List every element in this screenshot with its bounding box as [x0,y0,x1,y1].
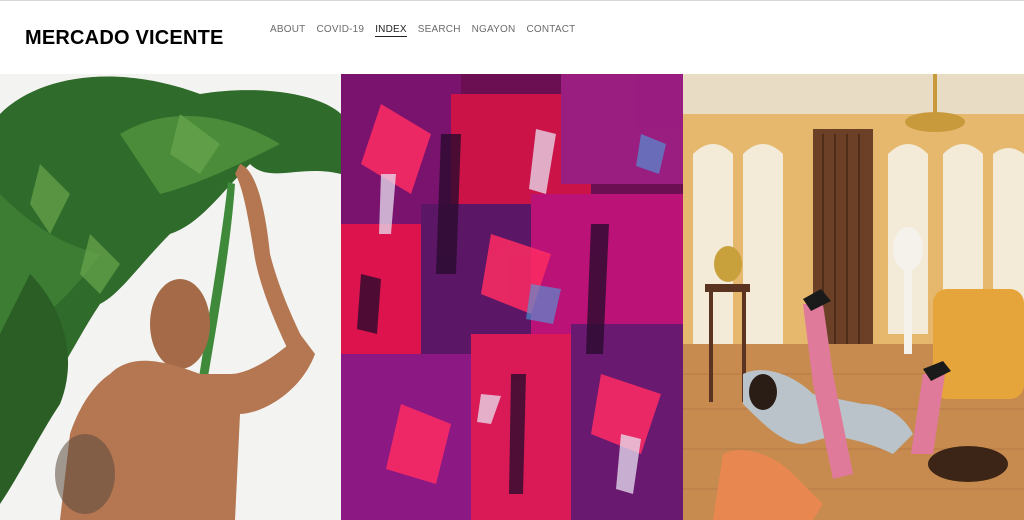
abstract-painting-image [341,74,683,520]
gallery-image-portrait-with-leaf[interactable] [0,74,341,520]
site-header: MERCADO VICENTE ABOUT COVID-19 INDEX SEA… [0,1,1024,74]
main-navigation: ABOUT COVID-19 INDEX SEARCH NGAYON CONTA… [270,24,586,37]
image-gallery [0,74,1024,520]
nav-link-ngayon[interactable]: NGAYON [472,24,516,37]
nav-link-about[interactable]: ABOUT [270,24,305,37]
nav-link-covid-19[interactable]: COVID-19 [316,24,364,37]
gallery-image-abstract-painting[interactable] [341,74,683,520]
site-title-link[interactable]: MERCADO VICENTE [25,27,224,50]
ornate-room-scene-image [683,74,1024,520]
gallery-image-ornate-room-scene[interactable] [683,74,1024,520]
nav-link-search[interactable]: SEARCH [418,24,461,37]
nav-link-contact[interactable]: CONTACT [526,24,575,37]
nav-link-index[interactable]: INDEX [375,24,407,37]
portrait-with-leaf-image [0,74,341,520]
